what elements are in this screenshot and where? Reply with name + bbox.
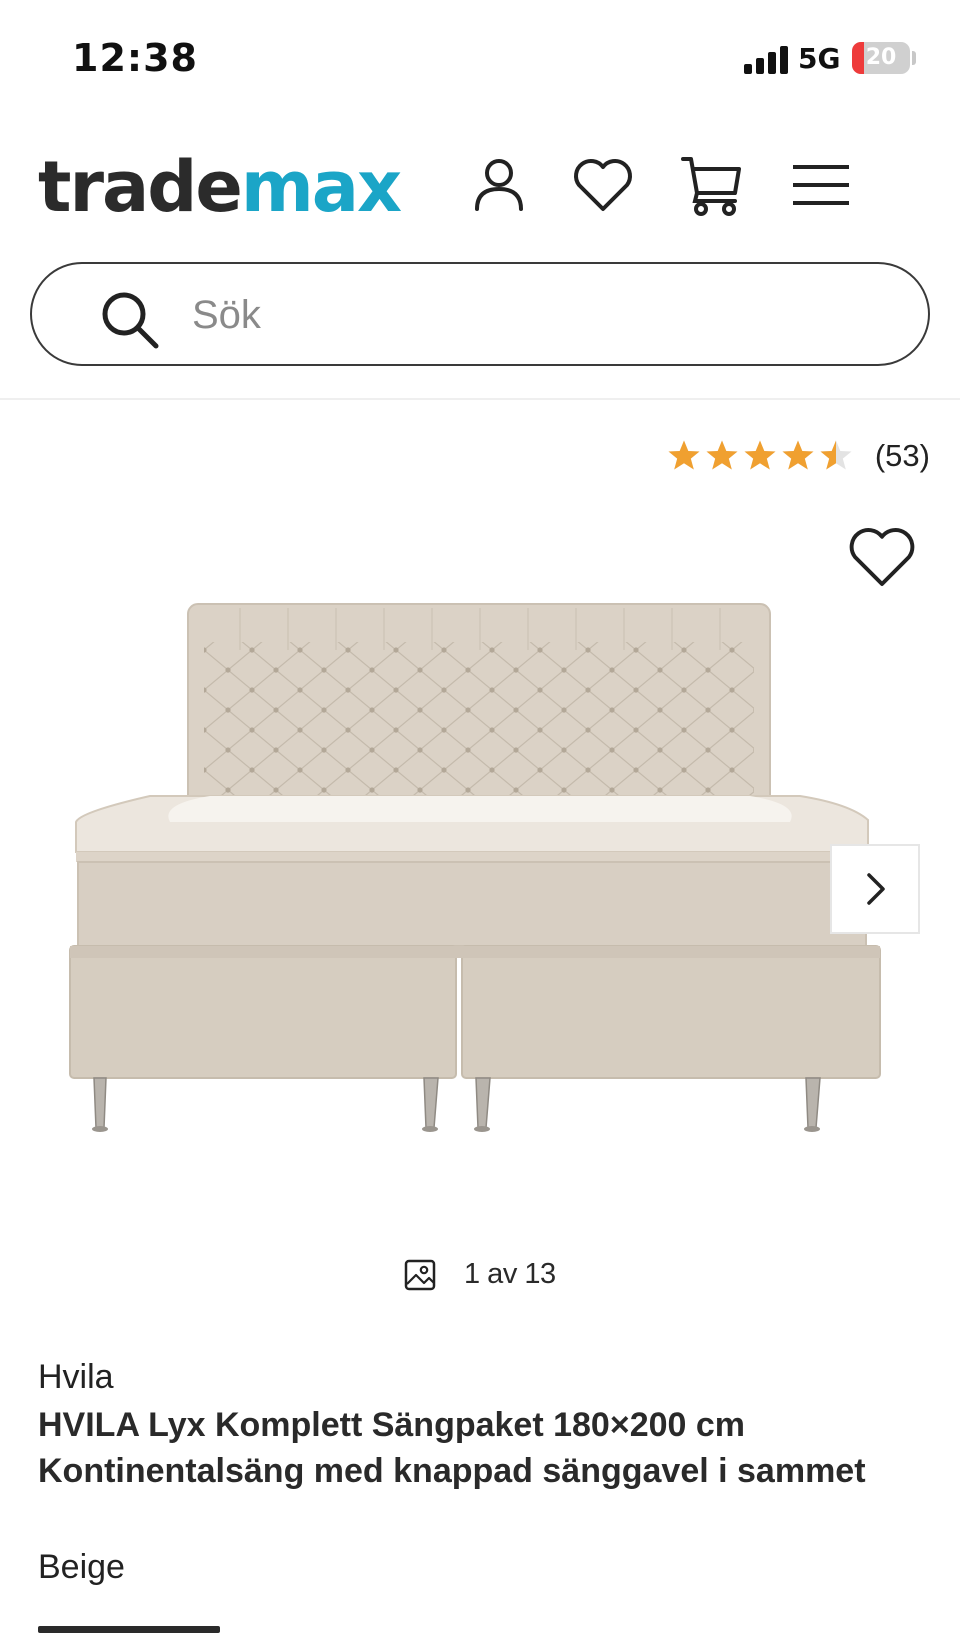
product-brand[interactable]: Hvila [38,1358,114,1397]
star-icon [820,440,852,470]
product-title: HVILA Lyx Komplett Sängpaket 180×200 cm … [38,1406,866,1490]
add-to-wishlist-button[interactable] [846,524,918,590]
product-color: Beige [38,1548,125,1586]
star-icon [668,440,700,470]
product-rating[interactable]: (53) [667,438,930,474]
search-icon [102,292,159,349]
star-icon [744,440,776,470]
header-divider [0,398,960,400]
logo-text-max: max [240,146,402,228]
star-icon [782,440,814,470]
wishlist-button[interactable] [568,150,638,220]
battery-icon: 20 [852,42,910,74]
cart-button[interactable] [676,150,746,220]
product-image[interactable] [60,590,900,1190]
status-time: 12:38 [72,36,198,80]
battery-tip [912,51,916,65]
rating-stars [667,439,853,473]
status-bar: 12:38 5G 20 [0,0,960,120]
image-counter: 1 av 13 [404,1258,556,1291]
cart-icon [681,157,741,216]
logo-text-trade: trade [38,146,243,228]
review-count: (53) [874,438,930,473]
menu-icon [793,165,849,205]
image-counter-text: 1 av 13 [464,1258,556,1290]
image-icon [404,1259,436,1290]
star-icon [706,440,738,470]
account-button[interactable] [464,150,534,220]
chevron-right-icon [867,873,885,905]
search-bar[interactable] [30,262,930,366]
heart-icon [574,159,632,211]
search-input[interactable] [192,282,892,348]
trademax-logo[interactable]: trademax [38,142,402,232]
tab-indicator [38,1626,220,1633]
signal-icon [744,46,788,74]
network-label: 5G [798,42,841,75]
menu-button[interactable] [786,150,856,220]
heart-icon [849,528,915,586]
next-image-button[interactable] [830,844,920,934]
account-icon [475,159,523,211]
battery-level: 20 [865,45,897,70]
